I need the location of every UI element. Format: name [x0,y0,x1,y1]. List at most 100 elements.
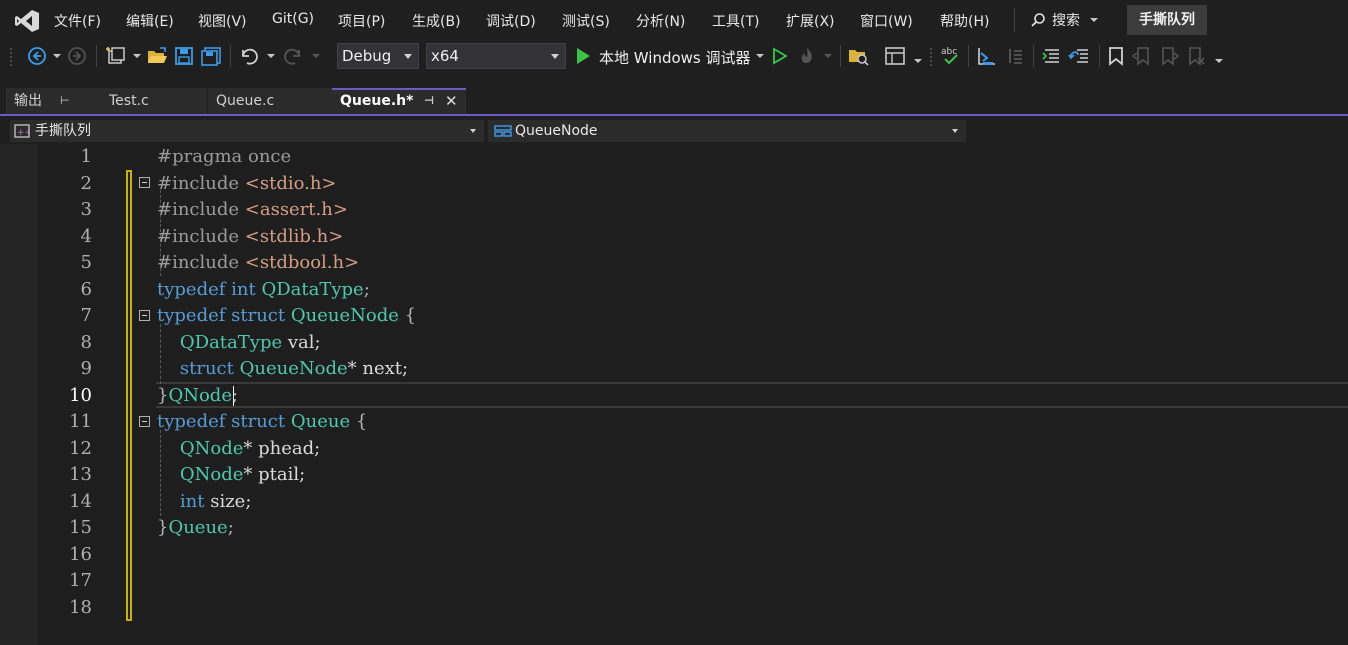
code-line[interactable]: 13 QNode* ptail; [0,462,1348,488]
search-label: 搜索 [1052,13,1080,29]
code-line[interactable]: 12 QNode* phead; [0,436,1348,462]
pin-icon[interactable]: ⊣ [424,90,434,112]
code-line[interactable]: 18 [0,595,1348,621]
document-tab-well: 输出 ⊢ Test.c Queue.c Queue.h* ⊣ ✕ [0,86,1348,116]
code-line[interactable]: 8 QDataType val; [0,330,1348,356]
navigate-back-dropdown-icon[interactable] [51,44,63,68]
svg-text:abc: abc [941,47,957,57]
navigate-back-icon[interactable] [26,44,48,68]
tab-test-c[interactable]: Test.c [101,88,207,114]
undo-icon[interactable] [238,44,260,68]
bookmark-icon[interactable] [1105,44,1127,68]
hot-reload-dropdown-icon[interactable] [822,44,834,68]
solution-explorer-icon[interactable] [846,44,870,68]
solution-configuration-dropdown[interactable]: Debug [337,43,419,69]
code-line[interactable]: 14 int size; [0,489,1348,515]
code-line[interactable]: 4 #include <stdlib.h> [0,224,1348,250]
new-project-icon[interactable] [104,44,128,68]
menu-extensions[interactable]: 扩展(X) [786,11,835,31]
code-line[interactable]: 5 #include <stdbool.h> [0,250,1348,276]
debug-target-dropdown-icon[interactable] [754,44,766,68]
window-layout-icon[interactable] [883,44,907,68]
undo-dropdown-icon[interactable] [265,44,277,68]
code-token: <stdio.h> [244,172,337,194]
toggle-breakpoint-icon[interactable] [974,44,998,68]
clear-bookmarks-icon[interactable] [1185,44,1207,68]
line-number: 18 [69,596,92,618]
code-token: QNode [179,437,244,459]
close-icon[interactable]: ✕ [445,90,458,112]
previous-bookmark-icon[interactable] [1131,44,1153,68]
line-number: 5 [80,252,92,273]
open-file-icon[interactable] [146,44,168,68]
start-debugging-icon[interactable] [573,44,593,68]
tab-output[interactable]: 输出 ⊢ [6,88,102,114]
standard-toolbar: Debug x64 本地 Windows 调试器 abc [0,40,1348,72]
tab-queue-c[interactable]: Queue.c [208,88,332,114]
menu-git[interactable]: Git(G) [272,11,314,27]
search-box[interactable]: 搜索 [1030,10,1099,30]
pin-icon[interactable]: ⊢ [60,88,70,114]
toolbar-options-icon[interactable] [1213,44,1225,68]
code-text: QNode* phead; [157,436,320,462]
code-line[interactable]: 1 #pragma once [0,144,1348,170]
solution-platform-dropdown[interactable]: x64 [426,43,566,69]
toolbar-grip-icon[interactable] [928,44,934,68]
save-all-icon[interactable] [200,44,222,68]
code-line[interactable]: 17 [0,568,1348,594]
code-token: int [231,278,262,300]
code-token: #include [157,252,245,273]
code-token: QNode [179,464,244,485]
hot-reload-icon[interactable] [796,44,818,68]
menu-view[interactable]: 视图(V) [198,11,247,31]
tab-queue-h[interactable]: Queue.h* ⊣ ✕ [332,88,466,114]
step-into-icon[interactable] [1003,44,1027,68]
code-line[interactable]: 6 typedef int QDataType; [0,277,1348,303]
line-number: 10 [69,384,92,406]
code-token: #include [157,172,245,194]
tab-label: 输出 [14,93,42,109]
menu-test[interactable]: 测试(S) [562,11,610,31]
code-token: typedef [157,305,232,326]
code-line[interactable]: 16 [0,542,1348,568]
new-project-dropdown-icon[interactable] [131,44,143,68]
code-token: size; [210,490,252,512]
next-bookmark-icon[interactable] [1158,44,1180,68]
code-line[interactable]: 10}QNode; [0,383,1348,409]
project-scope-dropdown[interactable]: ++ 手撕队列 [10,120,484,142]
code-line[interactable]: 3 #include <assert.h> [0,197,1348,223]
navigate-forward-icon[interactable] [66,44,88,68]
code-line[interactable]: 2 #include <stdio.h> [0,171,1348,197]
redo-dropdown-icon[interactable] [310,44,322,68]
comment-lines-icon[interactable] [1040,44,1064,68]
menu-help[interactable]: 帮助(H) [940,11,989,31]
line-number: 9 [80,358,92,379]
save-icon[interactable] [173,44,195,68]
code-line[interactable]: 15}Queue; [0,515,1348,541]
code-line[interactable]: 7 typedef struct QueueNode { [0,303,1348,329]
menu-debug[interactable]: 调试(D) [486,11,536,31]
member-scope-dropdown[interactable]: QueueNode [488,120,966,142]
menu-tools[interactable]: 工具(T) [712,11,759,31]
redo-icon[interactable] [282,44,304,68]
uncomment-lines-icon[interactable] [1067,44,1091,68]
code-line[interactable]: 11 typedef struct Queue { [0,409,1348,435]
menu-project[interactable]: 项目(P) [338,11,385,31]
window-layout-dropdown-icon[interactable] [912,44,924,68]
code-token: * phead; [243,437,321,459]
code-token: ; [227,517,234,538]
menu-analyze[interactable]: 分析(N) [636,11,685,31]
spell-check-icon[interactable]: abc [940,44,962,68]
start-debugging-button[interactable]: 本地 Windows 调试器 [599,47,751,68]
menu-separator [1014,8,1015,32]
code-line[interactable]: 9 struct QueueNode* next; [0,356,1348,382]
menu-build[interactable]: 生成(B) [412,11,461,31]
visual-studio-logo-icon[interactable] [14,9,40,33]
menu-file[interactable]: 文件(F) [54,11,101,31]
menu-edit[interactable]: 编辑(E) [126,11,174,31]
menu-window[interactable]: 窗口(W) [860,11,913,31]
start-without-debugging-icon[interactable] [770,44,790,68]
code-editor[interactable]: 1 #pragma once 2 #include <stdio.h> 3 #includ… [0,144,1348,645]
toolbar-grip-icon[interactable] [8,44,14,68]
